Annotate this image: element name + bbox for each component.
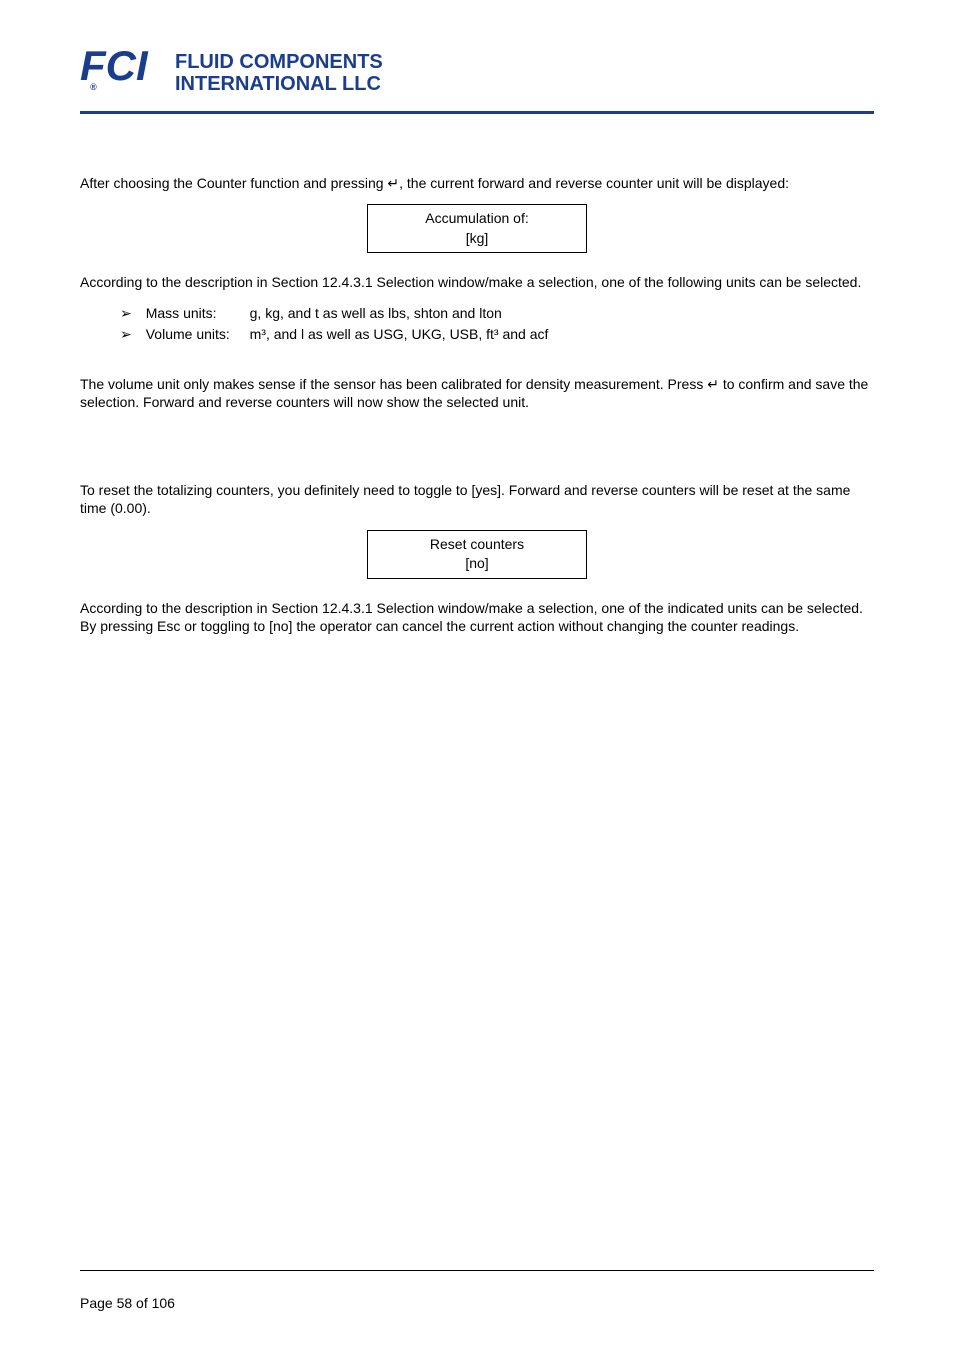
bullet-icon: ➢ xyxy=(120,304,132,324)
bullet-label: Mass units: xyxy=(146,304,246,324)
bullet-text: g, kg, and t as well as lbs, shton and l… xyxy=(250,305,502,321)
logo-line2: INTERNATIONAL LLC xyxy=(175,73,381,95)
bullet-label: Volume units: xyxy=(146,325,246,345)
list-item: ➢ Volume units: m³, and l as well as USG… xyxy=(120,325,874,345)
footer-divider xyxy=(80,1270,874,1271)
paragraph-5: According to the description in Section … xyxy=(80,599,874,635)
svg-text:®: ® xyxy=(90,82,97,92)
bullet-text: m³, and l as well as USG, UKG, USB, ft³ … xyxy=(250,326,549,342)
list-item: ➢ Mass units: g, kg, and t as well as lb… xyxy=(120,304,874,324)
paragraph-2: According to the description in Section … xyxy=(80,273,874,291)
logo-line1: FLUID COMPONENTS xyxy=(175,51,383,73)
display-box-line2: [no] xyxy=(376,554,578,574)
company-logo: FCI ® FLUID COMPONENTS INTERNATIONAL LLC xyxy=(80,40,874,103)
display-box-accumulation: Accumulation of: [kg] xyxy=(367,204,587,253)
display-box-line2: [kg] xyxy=(376,229,578,249)
paragraph-3: The volume unit only makes sense if the … xyxy=(80,375,874,411)
page-number: Page 58 of 106 xyxy=(80,1295,175,1311)
paragraph-4: To reset the totalizing counters, you de… xyxy=(80,481,874,517)
display-box-reset: Reset counters [no] xyxy=(367,530,587,579)
display-box-line1: Reset counters xyxy=(376,535,578,555)
logo-svg: FCI ® FLUID COMPONENTS INTERNATIONAL LLC xyxy=(80,40,400,100)
paragraph-1: After choosing the Counter function and … xyxy=(80,174,874,192)
units-list: ➢ Mass units: g, kg, and t as well as lb… xyxy=(120,304,874,345)
header-divider xyxy=(80,111,874,114)
bullet-icon: ➢ xyxy=(120,325,132,345)
display-box-line1: Accumulation of: xyxy=(376,209,578,229)
